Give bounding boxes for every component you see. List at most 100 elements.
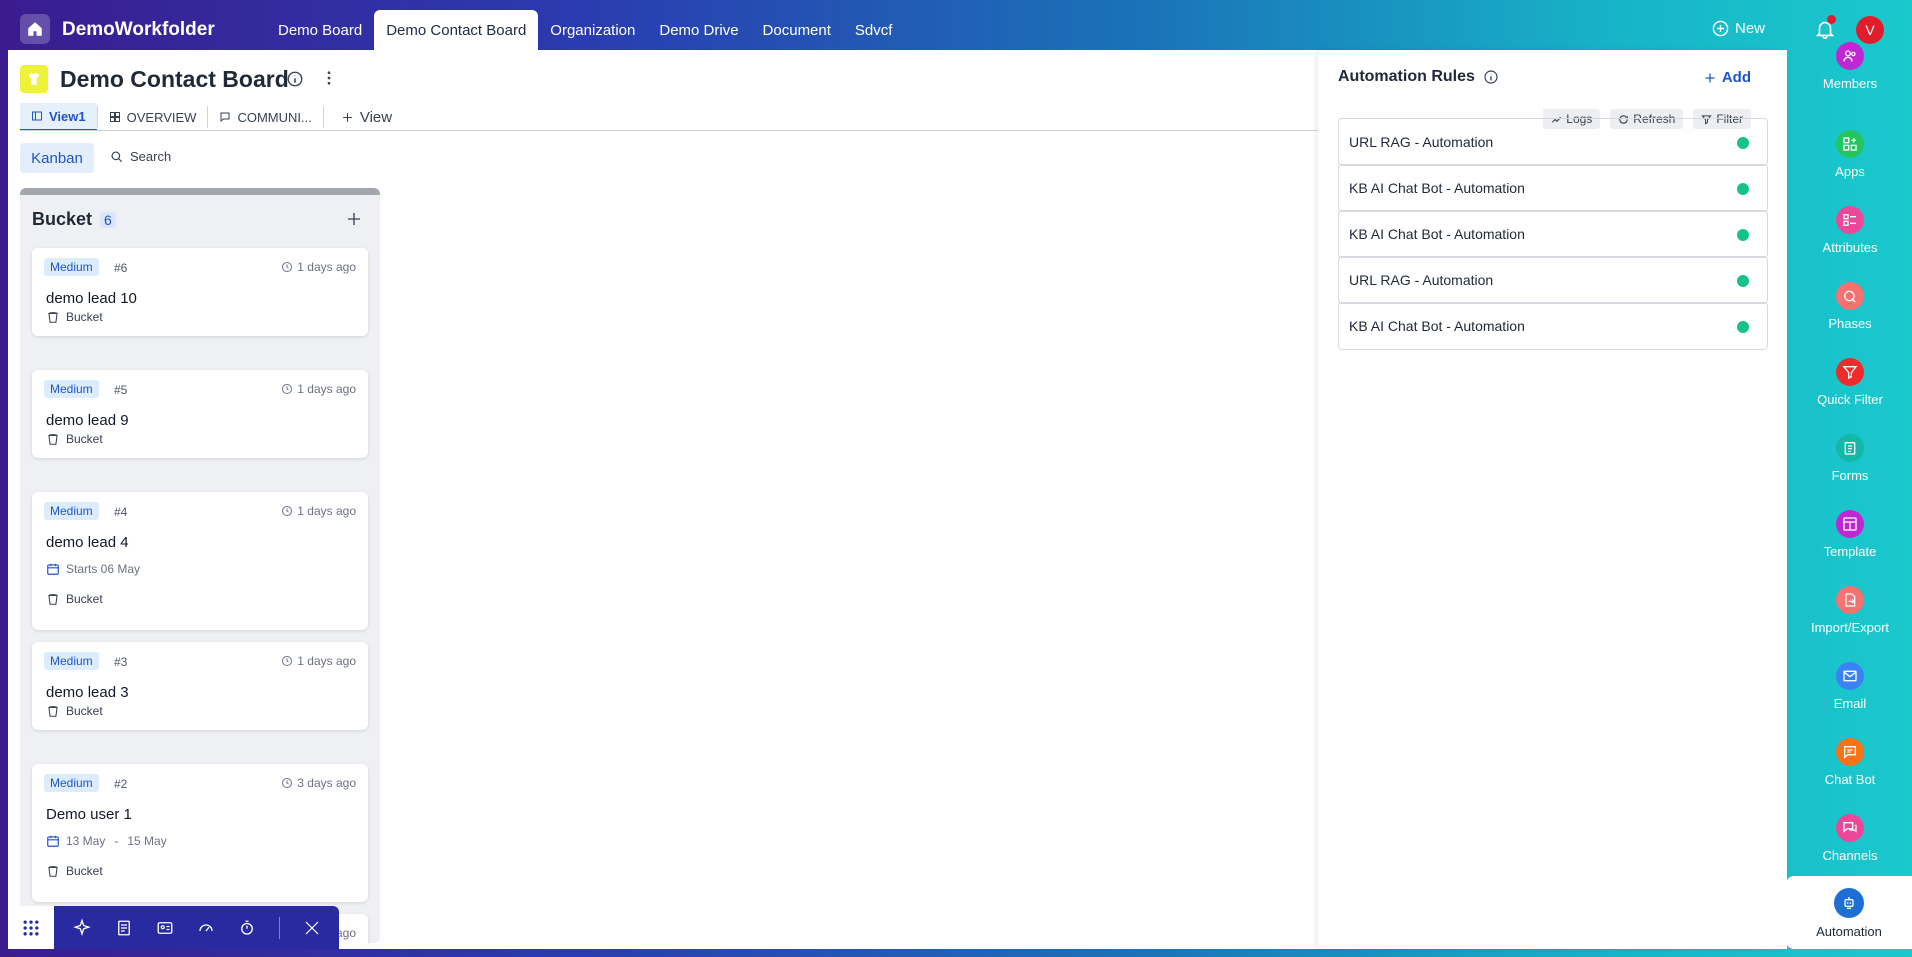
kanban-card[interactable]: Medium #6 1 days ago demo lead 10 Bucket	[32, 248, 368, 336]
card-title: Demo user 1	[46, 806, 132, 823]
clock-icon	[282, 262, 293, 272]
add-view-button[interactable]: View	[330, 103, 403, 131]
id-card-icon[interactable]	[156, 919, 174, 937]
timer-icon[interactable]	[238, 919, 256, 937]
card-time-label: 1 days ago	[297, 260, 356, 274]
calendar-icon	[47, 563, 59, 575]
card-bucket: Bucket	[46, 864, 103, 878]
sidebar-item-members[interactable]: Members	[1788, 42, 1912, 91]
tab-overview-label: OVERVIEW	[126, 109, 197, 125]
card-bucket-label: Bucket	[66, 592, 103, 606]
collapse-icon[interactable]	[303, 919, 321, 937]
tab-communication[interactable]: COMMUNI...	[208, 103, 322, 131]
board-nav: Demo Board Demo Contact Board Organizati…	[266, 10, 904, 50]
new-button[interactable]: New	[1712, 20, 1765, 37]
card-time: 1 days ago	[281, 504, 356, 518]
grid-icon	[109, 112, 120, 122]
sidebar-item-channels[interactable]: Channels	[1788, 814, 1912, 863]
automation-rule[interactable]: URL RAG - Automation	[1338, 256, 1768, 304]
automation-rule[interactable]: KB AI Chat Bot - Automation	[1338, 164, 1768, 212]
tab-view1[interactable]: View1	[20, 103, 97, 131]
kanban-column: Bucket 6 Medium #6 1 days ago demo lead …	[20, 188, 380, 943]
board-shirt-icon	[20, 65, 48, 93]
sidebar-item-import-export[interactable]: Import/Export	[1788, 586, 1912, 635]
bucket-icon	[48, 312, 58, 323]
card-bucket-label: Bucket	[66, 864, 103, 878]
rule-status-dot	[1737, 275, 1749, 287]
rule-name: URL RAG - Automation	[1349, 272, 1494, 288]
card-number: #6	[114, 261, 128, 275]
top-bar: DemoWorkfolder Demo Board Demo Contact B…	[0, 0, 1912, 50]
add-rule-label: Add	[1721, 69, 1751, 86]
document-icon[interactable]	[115, 919, 133, 937]
nav-tab-demo-board[interactable]: Demo Board	[266, 10, 374, 50]
search-icon	[111, 150, 123, 162]
sidebar-item-template[interactable]: Template	[1788, 510, 1912, 559]
nav-tab-organization[interactable]: Organization	[538, 10, 647, 50]
priority-badge: Medium	[44, 258, 99, 276]
card-bucket-label: Bucket	[66, 704, 103, 718]
card-time-label: 3 days ago	[297, 776, 356, 790]
sidebar-item-label: Automation	[1816, 924, 1882, 939]
search-button[interactable]: Search	[110, 149, 171, 164]
card-bucket-label: Bucket	[66, 310, 103, 324]
sidebar-item-label: Members	[1822, 76, 1878, 91]
info-icon[interactable]	[286, 70, 304, 88]
nav-tab-demo-drive[interactable]: Demo Drive	[647, 10, 750, 50]
sidebar-item-label: Apps	[1835, 164, 1865, 179]
sidebar-item-attributes[interactable]: Attributes	[1788, 206, 1912, 255]
kanban-button[interactable]: Kanban	[20, 143, 94, 173]
tab-overview[interactable]: OVERVIEW	[98, 103, 208, 131]
rule-name: KB AI Chat Bot - Automation	[1349, 180, 1525, 196]
automation-rule[interactable]: KB AI Chat Bot - Automation	[1338, 210, 1768, 258]
sidebar-item-phases[interactable]: Phases	[1788, 282, 1912, 331]
automation-rule[interactable]: URL RAG - Automation	[1338, 118, 1768, 166]
clock-icon	[282, 384, 293, 394]
card-time: 1 days ago	[281, 382, 356, 396]
sidebar-item-quick-filter[interactable]: Quick Filter	[1788, 358, 1912, 407]
nav-tab-demo-contact-board[interactable]: Demo Contact Board	[374, 10, 539, 50]
bucket-icon	[48, 434, 58, 445]
avatar[interactable]: V	[1856, 16, 1884, 44]
add-card-icon[interactable]	[346, 211, 362, 227]
divider	[322, 106, 324, 128]
gauge-icon[interactable]	[197, 919, 215, 937]
column-name: Bucket	[32, 209, 93, 229]
kanban-card[interactable]: Medium #5 1 days ago demo lead 9 Bucket	[32, 370, 368, 458]
card-number: #2	[114, 777, 128, 791]
sidebar-item-chat-bot[interactable]: Chat Bot	[1788, 738, 1912, 787]
home-icon[interactable]	[20, 14, 50, 44]
sidebar-item-label: Phases	[1828, 316, 1872, 331]
card-title: demo lead 10	[46, 290, 137, 307]
sidebar-item-automation[interactable]: Automation	[1786, 876, 1912, 949]
card-bucket: Bucket	[46, 704, 103, 718]
add-rule-button[interactable]: Add	[1704, 69, 1751, 86]
column-count: 6	[100, 211, 116, 228]
comment-icon	[220, 112, 230, 123]
more-options-icon[interactable]	[320, 68, 338, 88]
bucket-icon	[48, 866, 58, 877]
card-time-label: 1 days ago	[297, 654, 356, 668]
sidebar-item-label: Channels	[1822, 848, 1878, 863]
sparkle-icon[interactable]	[72, 917, 92, 938]
rule-status-dot	[1737, 229, 1749, 241]
nav-tab-document[interactable]: Document	[751, 10, 843, 50]
rule-status-dot	[1737, 137, 1749, 149]
sidebar-item-email[interactable]: Email	[1788, 662, 1912, 711]
view-tabs: View1 OVERVIEW COMMUNI... View	[20, 102, 403, 132]
info-icon[interactable]	[1483, 69, 1499, 85]
sidebar-item-forms[interactable]: Forms	[1788, 434, 1912, 483]
nav-tab-sdvcf[interactable]: Sdvcf	[843, 10, 905, 50]
kanban-card[interactable]: Medium #2 3 days ago Demo user 1 13 May …	[32, 764, 368, 902]
automation-icon	[1834, 888, 1864, 918]
sidebar-item-apps[interactable]: Apps	[1788, 130, 1912, 179]
automation-rule[interactable]: KB AI Chat Bot - Automation	[1338, 302, 1768, 350]
bottom-toolbar	[8, 906, 339, 949]
column-header: Bucket 6	[32, 209, 116, 230]
tab-communication-label: COMMUNI...	[237, 109, 312, 125]
priority-badge: Medium	[44, 502, 99, 520]
card-bucket-label: Bucket	[66, 432, 103, 446]
kanban-card[interactable]: Medium #4 1 days ago demo lead 4 Starts …	[32, 492, 368, 630]
apps-grid-icon[interactable]	[8, 906, 54, 949]
kanban-card[interactable]: Medium #3 1 days ago demo lead 3 Bucket	[32, 642, 368, 730]
